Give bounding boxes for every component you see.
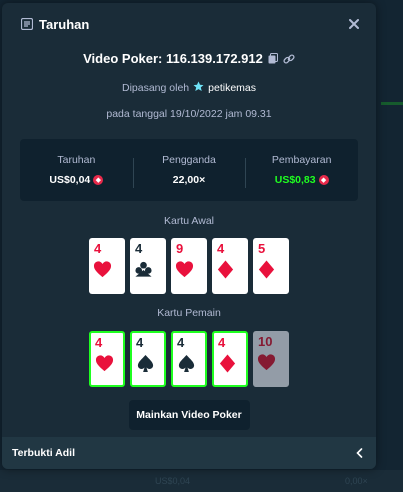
- stat-payout-value: US$0,83: [274, 174, 316, 186]
- heart-suit-icon: [257, 353, 276, 372]
- close-button[interactable]: [346, 16, 362, 32]
- background-bet-row: US$0,04 0,00×: [0, 470, 403, 492]
- close-icon: [349, 19, 359, 29]
- stat-payout: Pembayaran US$0,83 ◆: [245, 154, 358, 188]
- provably-fair-label: Terbukti Adil: [12, 447, 75, 459]
- spade-suit-icon: [136, 354, 155, 373]
- modal-title: Taruhan: [39, 16, 90, 32]
- background-accent: [381, 102, 403, 105]
- modal-header: Taruhan: [2, 3, 376, 45]
- card-rank: 4: [135, 241, 143, 256]
- club-suit-icon: [134, 260, 153, 279]
- spade-suit-icon: [177, 354, 196, 373]
- coin-icon: ◆: [93, 175, 104, 185]
- background-amount: US$0,04: [155, 476, 191, 486]
- placed-by-label: Dipasang oleh: [122, 82, 190, 94]
- card-rank: 4: [217, 241, 225, 256]
- stat-payout-label: Pembayaran: [271, 154, 332, 166]
- initial-hand-card-2: 4: [130, 238, 166, 294]
- heart-suit-icon: [93, 260, 112, 279]
- bet-details-modal: Taruhan Video Poker: 116.139.172.912 Dip…: [2, 3, 376, 469]
- game-id: Video Poker: 116.139.172.912: [83, 51, 263, 66]
- initial-hand-card-5: 5: [253, 238, 289, 294]
- bets-icon: [20, 18, 33, 31]
- link-icon[interactable]: [283, 53, 295, 65]
- chevron-left-icon[interactable]: [354, 448, 364, 458]
- heart-suit-icon: [95, 354, 114, 373]
- player-hand-card-5[interactable]: 10: [253, 331, 289, 387]
- card-rank: 4: [94, 241, 102, 256]
- initial-hand-card-3: 9: [171, 238, 207, 294]
- star-badge-icon: [193, 81, 204, 95]
- bet-date: pada tanggal 19/10/2022 jam 09.31: [106, 108, 272, 120]
- initial-hand: 4 4 9 4 5: [2, 238, 376, 294]
- card-rank: 4: [95, 335, 103, 350]
- play-video-poker-button[interactable]: Mainkan Video Poker: [128, 400, 250, 430]
- stat-multiplier: Pengganda 22,00×: [132, 154, 246, 188]
- heart-suit-icon: [175, 260, 194, 279]
- card-rank: 5: [258, 241, 266, 256]
- placed-by-line: Dipasang oleh petikemas: [2, 81, 376, 95]
- bet-stats-panel: Taruhan US$0,04 ◆ Pengganda 22,00× Pemba…: [20, 139, 358, 201]
- initial-hand-card-1: 4: [89, 238, 125, 294]
- initial-hand-card-4: 4: [212, 238, 248, 294]
- player-hand-card-2[interactable]: 4: [130, 331, 166, 387]
- card-rank: 4: [177, 335, 185, 350]
- username-link[interactable]: petikemas: [208, 82, 256, 94]
- player-hand-card-4[interactable]: 4: [212, 331, 248, 387]
- player-hand: 4 4 4 4 10: [2, 331, 376, 387]
- player-hand-label: Kartu Pemain: [157, 307, 221, 319]
- diamond-suit-icon: [257, 260, 276, 279]
- stat-bet-label: Taruhan: [57, 154, 96, 166]
- initial-hand-label: Kartu Awal: [163, 215, 214, 227]
- stat-bet-value: US$0,04: [49, 174, 91, 186]
- diamond-suit-icon: [216, 260, 235, 279]
- diamond-suit-icon: [218, 354, 237, 373]
- card-rank: 4: [218, 335, 226, 350]
- provably-fair-bar[interactable]: Terbukti Adil: [2, 437, 376, 469]
- card-rank: 10: [258, 334, 273, 349]
- coin-icon: ◆: [318, 175, 329, 185]
- copy-icon[interactable]: [267, 53, 279, 65]
- game-id-line: Video Poker: 116.139.172.912: [2, 51, 376, 66]
- card-rank: 4: [136, 335, 144, 350]
- player-hand-card-1[interactable]: 4: [89, 331, 125, 387]
- stat-bet: Taruhan US$0,04 ◆: [20, 154, 133, 186]
- stat-multiplier-value: 22,00×: [172, 174, 206, 186]
- card-rank: 9: [176, 241, 184, 256]
- stat-multiplier-label: Pengganda: [162, 154, 216, 166]
- background-multiplier: 0,00×: [345, 476, 368, 486]
- player-hand-card-3[interactable]: 4: [171, 331, 207, 387]
